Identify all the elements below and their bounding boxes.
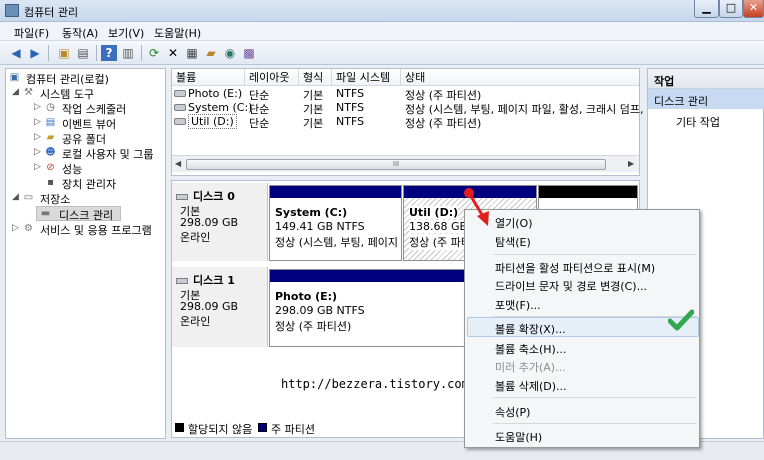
menu-extend-volume[interactable]: 볼륨 확장(X)... [495,321,566,337]
event-viewer-icon: ▤ [45,117,56,128]
volume-list-header: 볼륨 레이아웃 형식 파일 시스템 상태 [172,69,639,86]
tree-item-disk-management[interactable]: ▬ 디스크 관리 [36,206,121,222]
legend-swatch-primary [258,423,267,432]
delete-icon[interactable]: ✕ [165,45,181,61]
menu-help-item[interactable]: 도움말(H) [495,429,542,445]
pointer-arrow-icon [464,188,489,226]
disk-1-label[interactable]: 디스크 1 기본 298.09 GB 온라인 [172,267,268,347]
menu-mark-active[interactable]: 파티션을 활성 파티션으로 표시(M) [495,260,655,276]
console-tree-icon[interactable]: ▤ [75,45,91,61]
device-manager-icon: ▪ [47,177,54,188]
disk-icon [176,194,188,200]
action-pane-title: 작업 [648,69,764,89]
disk-management-icon: ▬ [40,208,51,219]
tools-icon: ⚒ [24,87,33,98]
back-icon[interactable]: ◀ [8,45,24,61]
up-folder-icon[interactable]: ▣ [56,45,72,61]
collapse-arrow-icon[interactable]: ◢ [12,192,19,202]
computer-icon: ▣ [9,72,20,83]
console-tree: ▣ 컴퓨터 관리(로컬) ◢ ⚒ 시스템 도구 ▷ ◷ 작업 스케줄러 ▷ ▤ … [5,68,166,439]
column-file-system[interactable]: 파일 시스템 [332,69,401,86]
clock-icon: ◷ [46,102,55,113]
table-row[interactable]: Util (D:) 단순 기본 NTFS 정상 (주 파티션) [172,114,639,130]
computer-management-icon [5,4,19,17]
expand-arrow-icon[interactable]: ▷ [34,102,41,112]
refresh-icon[interactable]: ⟳ [146,45,162,61]
volume-list: 볼륨 레이아웃 형식 파일 시스템 상태 Photo (E:) 단순 기본 NT… [171,68,644,176]
menu-shrink-volume[interactable]: 볼륨 축소(H)... [495,341,566,357]
menu-format[interactable]: 포맷(F)... [495,297,541,313]
expand-arrow-icon[interactable]: ▷ [12,223,19,233]
properties-icon[interactable]: ▦ [184,45,200,61]
drive-icon [174,90,186,97]
help-icon[interactable]: ? [101,45,117,61]
disk-0-label[interactable]: 디스크 0 기본 298.09 GB 온라인 [172,183,268,261]
context-menu: 열기(O) 탐색(E) 파티션을 활성 파티션으로 표시(M) 드라이브 문자 … [464,209,700,448]
menu-change-drive-letter[interactable]: 드라이브 문자 및 경로 변경(C)... [495,278,647,294]
horizontal-scrollbar[interactable]: ◀ III ▶ [172,155,639,172]
performance-icon: ⊘ [46,162,55,173]
check-mark-icon [668,309,694,331]
menu-explore[interactable]: 탐색(E) [495,234,531,250]
window-title: 컴퓨터 관리 [24,6,79,19]
menu-bar: 파일(F) 동작(A) 보기(V) 도움말(H) [0,22,764,41]
column-type[interactable]: 형식 [299,69,332,86]
expand-arrow-icon[interactable]: ▷ [34,117,41,127]
table-row[interactable]: System (C:) 단순 기본 NTFS 정상 (시스템, 부팅, 페이지 … [172,101,644,116]
collapse-arrow-icon[interactable]: ◢ [12,87,19,97]
legend-swatch-unallocated [175,423,184,432]
column-layout[interactable]: 레이아웃 [245,69,299,86]
menu-delete-volume[interactable]: 볼륨 삭제(D)... [495,378,567,394]
maximize-button[interactable]: □ [719,0,743,18]
expand-arrow-icon[interactable]: ▷ [34,147,41,157]
table-row[interactable]: Photo (E:) 단순 기본 NTFS 정상 (주 파티션) [172,87,639,102]
scroll-right-icon[interactable]: ▶ [628,159,634,168]
menu-file[interactable]: 파일(F) [14,25,49,41]
disk-settings-icon[interactable]: ▩ [241,45,257,61]
open-folder-icon[interactable]: ▰ [203,45,219,61]
scroll-left-icon[interactable]: ◀ [175,159,181,168]
expand-arrow-icon[interactable]: ▷ [34,162,41,172]
menu-help[interactable]: 도움말(H) [154,25,201,41]
legend-label-unallocated: 할당되지 않음 [188,423,253,436]
users-icon: ☻ [45,147,56,158]
storage-icon: ▭ [23,192,34,203]
legend-label-primary: 주 파티션 [271,423,315,436]
watermark-url: http://bezzera.tistory.com [281,377,469,391]
menu-add-mirror[interactable]: 미러 추가(A)... [495,359,566,375]
drive-icon [174,104,186,111]
show-action-pane-icon[interactable]: ▥ [120,45,136,61]
action-more-actions[interactable]: 기타 작업 [676,114,720,130]
action-disk-management[interactable]: 디스크 관리 [648,89,764,109]
menu-action[interactable]: 동작(A) [62,25,98,41]
drive-icon [174,118,186,125]
disk-icon [176,278,188,284]
column-volume[interactable]: 볼륨 [172,69,245,86]
toolbar: ◀ ▶ ▣ ▤ ? ▥ ⟳ ✕ ▦ ▰ ◉ ▩ [0,41,764,65]
forward-icon[interactable]: ▶ [27,45,43,61]
close-button[interactable]: ✕ [743,0,764,18]
menu-open[interactable]: 열기(O) [495,215,532,231]
title-bar: 컴퓨터 관리 ▁ □ ✕ [0,0,764,22]
services-icon: ⚙ [24,223,33,234]
expand-arrow-icon[interactable]: ▷ [34,132,41,142]
menu-properties[interactable]: 속성(P) [495,404,530,420]
column-status[interactable]: 상태 [401,69,639,86]
partition-system-c[interactable]: System (C:) 149.41 GB NTFS 정상 (시스템, 부팅, … [269,185,402,261]
shared-folder-icon: ▰ [46,132,55,143]
minimize-button[interactable]: ▁ [694,0,719,18]
scrollbar-thumb[interactable]: III [186,159,606,170]
search-icon[interactable]: ◉ [222,45,238,61]
menu-view[interactable]: 보기(V) [108,25,144,41]
